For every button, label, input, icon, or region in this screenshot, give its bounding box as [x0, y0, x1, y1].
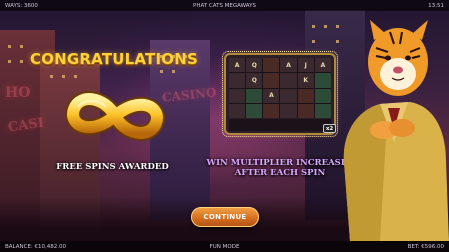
reel-preview-footer	[229, 119, 331, 131]
reel-symbol	[246, 88, 263, 103]
reel-symbol	[280, 88, 297, 103]
mode-indicator: FUN MODE	[209, 243, 240, 250]
reel-symbol	[263, 58, 280, 73]
reel-symbol	[246, 103, 263, 118]
reel-symbol	[229, 73, 246, 88]
building-window	[8, 60, 11, 63]
reel-symbol: K	[297, 73, 314, 88]
reel-symbol: A	[263, 88, 280, 103]
continue-button[interactable]: CONTINUE	[191, 207, 259, 227]
building-window	[8, 45, 11, 48]
building-window	[312, 40, 315, 43]
reel-symbol: Q	[246, 58, 263, 73]
reel-symbol	[229, 103, 246, 118]
free-spins-awarded-label: FREE SPINS AWARDED	[56, 162, 169, 172]
reel-preview-grid: AQAJAQKA	[229, 58, 331, 118]
tiger-character	[343, 20, 449, 241]
building-window	[160, 70, 163, 73]
reel-symbol	[229, 88, 246, 103]
building-window	[50, 75, 53, 78]
building-window	[20, 60, 23, 63]
neon-sign-hotel: HO	[5, 85, 31, 101]
building-window	[312, 25, 315, 28]
reel-symbol	[314, 103, 331, 118]
congratulations-heading: CONGRATULATIONS	[30, 50, 198, 68]
building-window	[172, 70, 175, 73]
reel-symbol: A	[280, 58, 297, 73]
reel-symbol	[263, 73, 280, 88]
reel-symbol: J	[297, 58, 314, 73]
reel-symbol	[263, 103, 280, 118]
reel-symbol	[280, 73, 297, 88]
reel-symbol: A	[229, 58, 246, 73]
game-title: PHAT CATS MEGAWAYS	[193, 2, 256, 9]
reel-symbol	[297, 88, 314, 103]
building-window	[74, 75, 77, 78]
reel-symbol	[314, 73, 331, 88]
infinity-icon	[65, 91, 165, 141]
reel-symbol	[280, 103, 297, 118]
building-window	[62, 75, 65, 78]
building-window	[324, 25, 327, 28]
reel-symbol	[297, 103, 314, 118]
top-status-bar: WAYS: 3600 PHAT CATS MEGAWAYS 13:51	[0, 0, 449, 11]
reel-symbol: A	[314, 58, 331, 73]
bottom-status-bar: BALANCE: €10,482.00 FUN MODE BET: €596.0…	[0, 241, 449, 252]
reel-symbol: Q	[246, 73, 263, 88]
building-window	[20, 45, 23, 48]
reel-symbol	[314, 88, 331, 103]
